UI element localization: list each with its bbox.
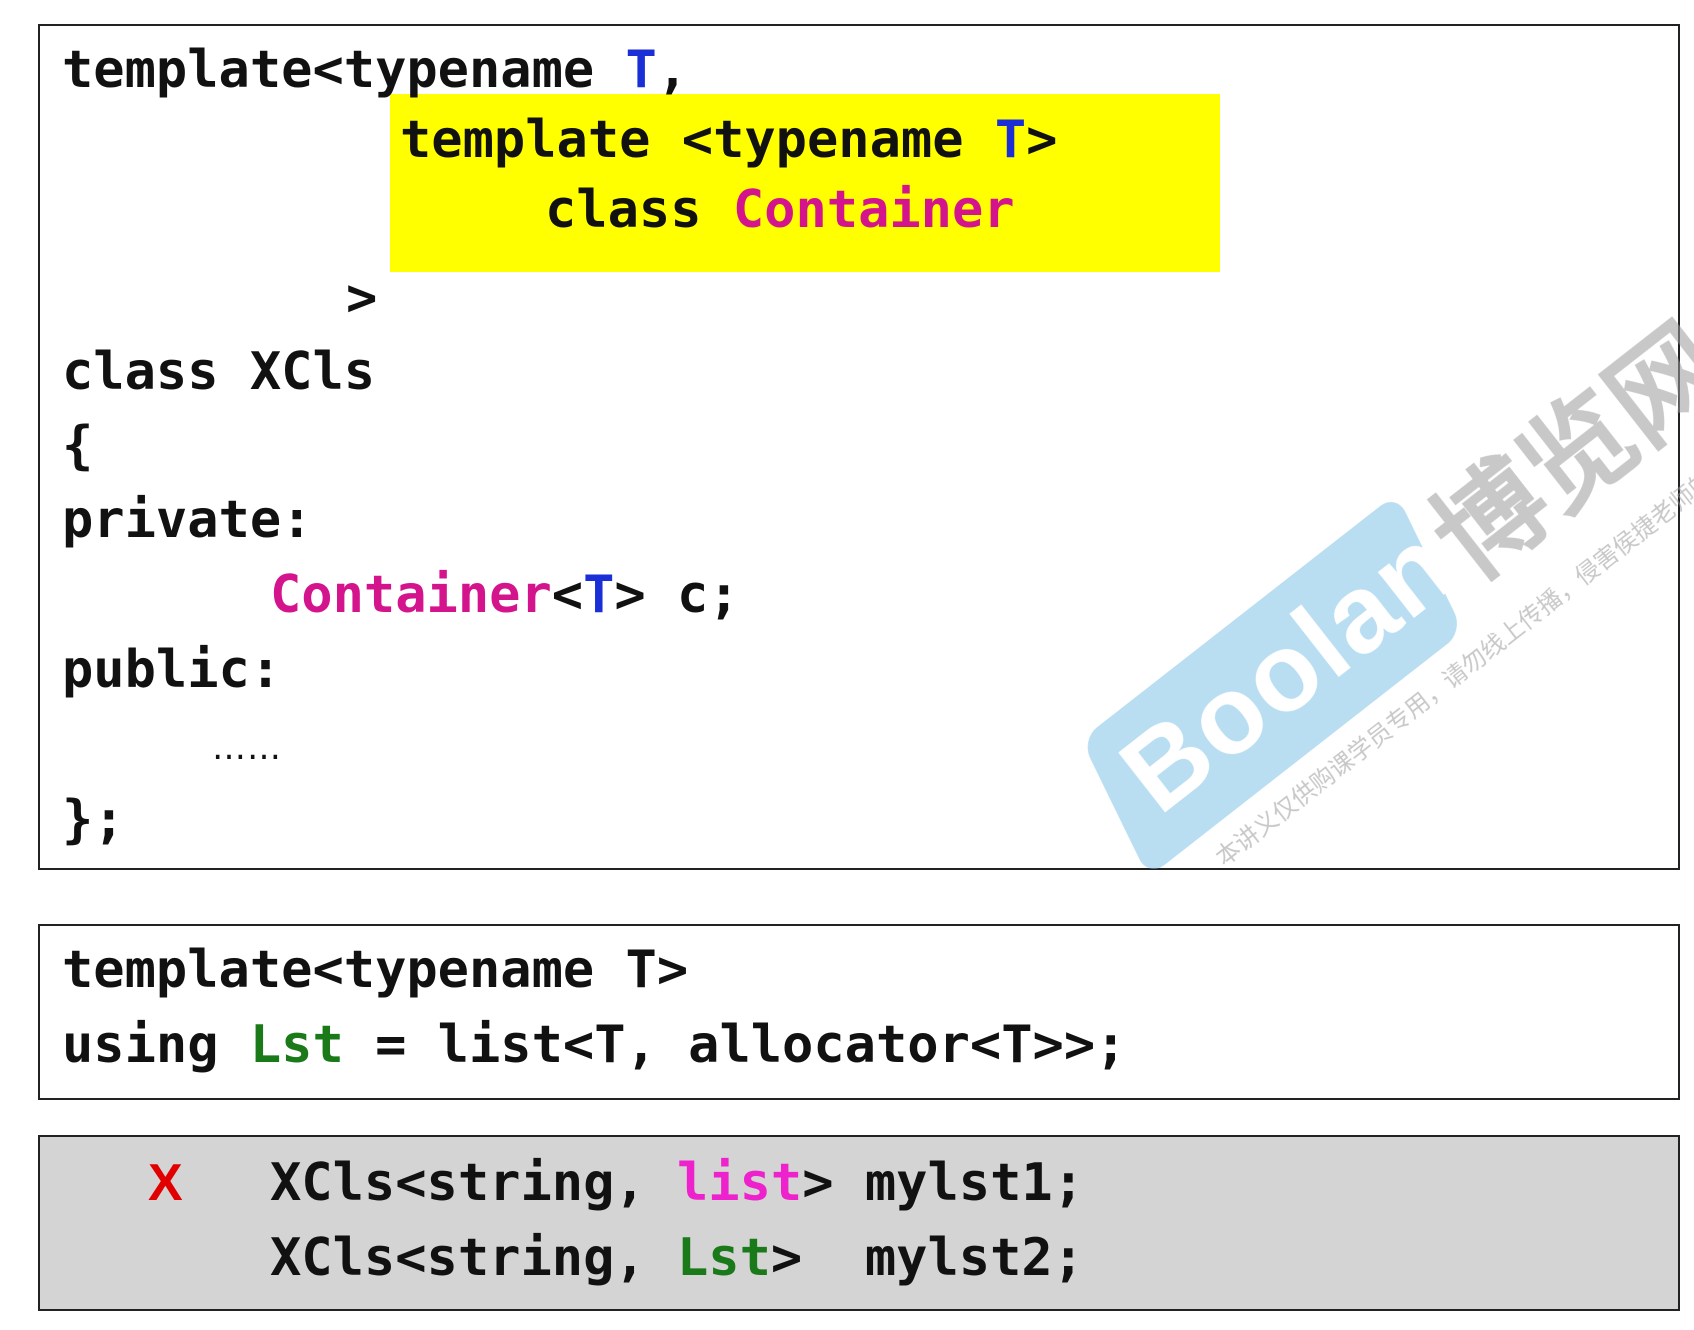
code-line-inner-template: template <typename T> [400, 110, 1058, 170]
code-line-open-brace: { [62, 416, 94, 476]
code-line-class-xcls: class XCls [62, 342, 376, 402]
code-line-private: private: [62, 490, 313, 550]
code-line-alias-template: template<typename T> [62, 940, 689, 1000]
code-line-template-open: template<typename T, [62, 40, 689, 100]
code-line-member: Container<T> c; [270, 565, 740, 625]
code-line-close-angle: > [346, 268, 378, 328]
error-mark: X [148, 1154, 183, 1212]
code-line-mylst1: XCls<string, list> mylst1; [270, 1153, 1084, 1213]
code-line-public: public: [62, 640, 282, 700]
code-line-using-lst: using Lst = list<T, allocator<T>>; [62, 1015, 1127, 1075]
code-line-mylst2: XCls<string, Lst> mylst2; [270, 1228, 1084, 1288]
code-line-close-brace: }; [62, 790, 125, 850]
code-ellipsis: …… [212, 728, 282, 768]
code-line-class-container: class Container [545, 180, 1015, 240]
